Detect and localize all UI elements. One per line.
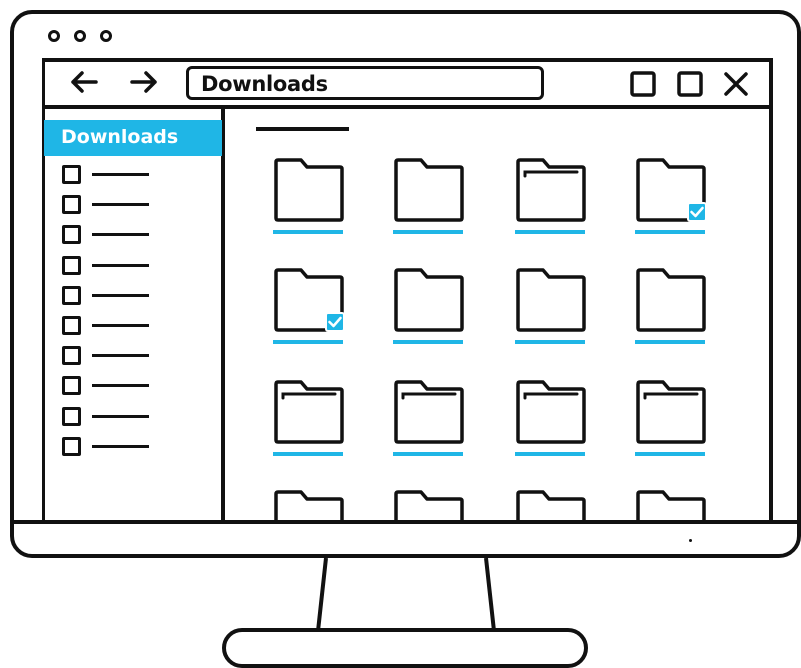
checkbox[interactable]	[62, 165, 81, 184]
folder-label-placeholder	[273, 452, 343, 456]
folder-label-placeholder	[635, 452, 705, 456]
item-label-placeholder	[92, 414, 149, 418]
window-dot-icon	[48, 30, 60, 42]
back-button[interactable]	[64, 62, 104, 102]
folder-label-placeholder	[393, 230, 463, 234]
item-label-placeholder	[92, 233, 149, 237]
item-label-placeholder	[92, 354, 149, 358]
sidebar-list-item[interactable]	[60, 224, 160, 246]
sidebar-list-item[interactable]	[60, 345, 160, 367]
folder-icon	[394, 490, 464, 520]
folder-label-placeholder	[273, 230, 343, 234]
folder-open-icon	[394, 380, 464, 444]
sidebar-list-item[interactable]	[60, 285, 160, 307]
folder-open-icon	[516, 380, 586, 444]
checkbox[interactable]	[62, 255, 81, 275]
window-dot-icon	[100, 30, 112, 42]
sidebar-list-item[interactable]	[60, 164, 160, 186]
checkbox[interactable]	[62, 195, 81, 215]
window-dot-icon	[74, 30, 86, 42]
folder-item[interactable]	[273, 490, 353, 520]
folder-icon	[516, 490, 586, 520]
power-indicator-icon	[689, 539, 692, 542]
folder-label-placeholder	[273, 340, 343, 344]
folder-open-icon	[516, 158, 586, 222]
checkbox[interactable]	[62, 406, 81, 426]
monitor-stand	[316, 557, 496, 632]
checkbox[interactable]	[62, 225, 81, 245]
folder-label-placeholder	[515, 230, 585, 234]
folder-item[interactable]	[393, 268, 473, 348]
item-label-placeholder	[92, 203, 149, 207]
folder-open-icon	[274, 380, 344, 444]
sidebar-list-item[interactable]	[60, 315, 160, 337]
sidebar-list-item[interactable]	[60, 194, 160, 216]
item-label-placeholder	[92, 324, 149, 327]
folder-item[interactable]	[635, 380, 715, 460]
item-label-placeholder	[92, 173, 149, 176]
monitor-bezel-line	[10, 520, 801, 524]
folder-item[interactable]	[515, 380, 595, 460]
close-icon	[724, 72, 748, 96]
item-label-placeholder	[92, 263, 149, 267]
square-icon	[677, 71, 703, 97]
checkbox[interactable]	[62, 376, 81, 396]
arrow-right-icon	[130, 71, 157, 93]
folder-icon	[516, 268, 586, 332]
item-label-placeholder	[92, 293, 149, 297]
folder-item[interactable]	[515, 268, 595, 348]
folder-grid	[225, 140, 771, 520]
item-label-placeholder	[92, 444, 149, 448]
folder-icon	[636, 490, 706, 520]
arrow-left-icon	[71, 71, 98, 93]
folder-icon	[636, 268, 706, 332]
checkmark-icon[interactable]	[325, 312, 345, 332]
folder-icon	[394, 268, 464, 332]
folder-item[interactable]	[393, 158, 473, 238]
folder-item[interactable]	[273, 158, 353, 238]
folder-icon	[274, 158, 344, 222]
folder-label-placeholder	[635, 230, 705, 234]
folder-icon	[394, 158, 464, 222]
folder-label-placeholder	[393, 452, 463, 456]
folder-icon	[274, 490, 344, 520]
sidebar-item-downloads[interactable]: Downloads	[44, 120, 222, 156]
folder-label-placeholder	[515, 452, 585, 456]
minimize-button[interactable]	[629, 70, 657, 98]
sidebar-list-item[interactable]	[60, 406, 160, 428]
folder-item[interactable]	[393, 380, 473, 460]
folder-open-icon	[636, 380, 706, 444]
checkbox[interactable]	[62, 316, 81, 335]
folder-item[interactable]	[393, 490, 473, 520]
folder-item[interactable]	[515, 158, 595, 238]
folder-label-placeholder	[393, 340, 463, 344]
maximize-button[interactable]	[676, 70, 704, 98]
item-label-placeholder	[92, 384, 149, 388]
folder-item[interactable]	[273, 268, 353, 348]
square-icon	[630, 71, 656, 97]
sidebar-list-item[interactable]	[60, 255, 160, 277]
folder-label-placeholder	[515, 340, 585, 344]
address-bar[interactable]: Downloads	[186, 66, 544, 100]
folder-item[interactable]	[635, 158, 715, 238]
sidebar-list-item[interactable]	[60, 436, 160, 458]
monitor-base	[222, 628, 588, 668]
section-heading-placeholder	[256, 127, 349, 131]
checkbox[interactable]	[62, 285, 81, 305]
folder-item[interactable]	[635, 268, 715, 348]
checkbox[interactable]	[62, 436, 81, 456]
folder-item[interactable]	[515, 490, 595, 520]
sidebar-list-item[interactable]	[60, 375, 160, 397]
toolbar-divider	[42, 105, 773, 109]
folder-item[interactable]	[273, 380, 353, 460]
folder-item[interactable]	[635, 490, 715, 520]
checkbox[interactable]	[62, 346, 81, 366]
forward-button[interactable]	[124, 62, 164, 102]
close-button[interactable]	[722, 70, 750, 98]
checkmark-icon[interactable]	[687, 202, 707, 222]
folder-label-placeholder	[635, 340, 705, 344]
